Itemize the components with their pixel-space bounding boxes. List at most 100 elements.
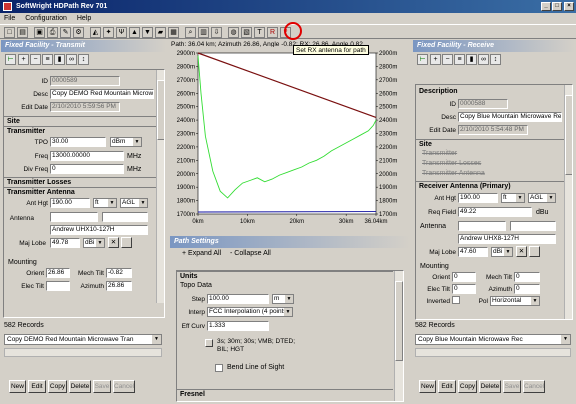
collapse-all-link[interactable]: - Collapse All xyxy=(230,250,271,257)
antenna-field-1[interactable] xyxy=(50,212,98,222)
map-icon[interactable]: ▧ xyxy=(241,27,252,38)
right-vscroll[interactable] xyxy=(564,85,572,319)
freq-field[interactable]: 13000.00000 xyxy=(50,151,124,161)
menu-help[interactable]: Help xyxy=(73,15,95,22)
add-icon[interactable]: + xyxy=(18,54,29,65)
export-icon[interactable]: ⇩ xyxy=(211,27,222,38)
open-icon[interactable]: ▤ xyxy=(17,27,28,38)
rx-desc-field[interactable]: Copy Blue Mountain Microwave Re xyxy=(458,112,562,122)
expand-all-link[interactable]: + Expand All xyxy=(182,250,221,257)
rx-site-section[interactable]: Site xyxy=(416,139,564,148)
sort-icon[interactable]: ↕ xyxy=(490,54,501,65)
rx-id-field[interactable]: 0000588 xyxy=(458,99,508,109)
sort-icon[interactable]: ↕ xyxy=(78,54,89,65)
right-record-select[interactable]: Copy Blue Mountain Microwave Rec xyxy=(415,334,571,345)
left-vscroll[interactable] xyxy=(156,70,164,303)
interp-select[interactable]: FCC Interpolation (4 points) xyxy=(207,307,293,317)
rx-antenna-icon[interactable]: R xyxy=(267,27,278,38)
report-icon[interactable]: ▥ xyxy=(198,27,209,38)
rx-antenna-model-field[interactable]: Andrew UHX8-127H xyxy=(458,234,556,244)
rx-save-button[interactable]: Save xyxy=(503,380,521,393)
save-icon[interactable]: ▣ xyxy=(34,27,45,38)
compass-icon[interactable]: ✦ xyxy=(103,27,114,38)
rx-anthgt-ref-select[interactable]: AGL xyxy=(528,193,556,203)
bend-checkbox[interactable] xyxy=(215,364,223,372)
close-icon[interactable]: × xyxy=(564,2,574,11)
tx-desc-field[interactable]: Copy DEMO Red Mountain Microwave xyxy=(50,89,154,99)
globe-icon[interactable]: ◍ xyxy=(228,27,239,38)
rx-pick-antenna-button[interactable] xyxy=(529,246,540,257)
add-icon[interactable]: + xyxy=(430,54,441,65)
tpo-unit-select[interactable]: dBm xyxy=(110,137,142,147)
antenna-icon[interactable]: Ψ xyxy=(116,27,127,38)
menu-configuration[interactable]: Configuration xyxy=(21,15,71,22)
right-hscroll[interactable] xyxy=(415,348,571,357)
rx-copy-button[interactable]: Copy xyxy=(458,380,477,393)
rx-azimuth-field[interactable]: 0 xyxy=(514,284,540,294)
reqfield-field[interactable]: 49.22 xyxy=(458,207,532,217)
tx-edit-button[interactable]: Edit xyxy=(28,380,46,393)
tx-transmitter-section[interactable]: Transmitter xyxy=(4,126,156,135)
terrain-icon[interactable]: ▰ xyxy=(155,27,166,38)
rx-description-section[interactable]: Description xyxy=(416,87,564,96)
majlobe-field[interactable]: 49.78 xyxy=(50,238,80,248)
link-icon[interactable]: ⊢ xyxy=(417,54,428,65)
rx-eltilt-field[interactable]: 0 xyxy=(452,284,476,294)
receive-icon[interactable]: ▼ xyxy=(142,27,153,38)
tx-copy-button[interactable]: Copy xyxy=(48,380,67,393)
rx-delete-button[interactable]: Delete xyxy=(479,380,501,393)
rx-majlobe-unit-select[interactable]: dBi xyxy=(491,247,513,257)
rx-antenna-field-2[interactable] xyxy=(510,221,556,231)
units-section[interactable]: Units xyxy=(177,271,393,280)
binoculars-icon[interactable]: ∞ xyxy=(66,54,77,65)
binoculars-icon[interactable]: ∞ xyxy=(478,54,489,65)
tx-save-button[interactable]: Save xyxy=(93,380,111,393)
menu-file[interactable]: File xyxy=(0,15,19,22)
path-settings-vscroll[interactable] xyxy=(394,271,403,401)
tx-antenna-section[interactable]: Transmitter Antenna xyxy=(4,187,156,196)
remove-icon[interactable]: − xyxy=(442,54,453,65)
left-hscroll[interactable] xyxy=(4,348,162,357)
settings-icon[interactable]: ⚙ xyxy=(73,27,84,38)
rx-majlobe-field[interactable]: 47.60 xyxy=(458,247,488,257)
antenna-model-field[interactable]: Andrew UHX10-127H xyxy=(50,225,148,235)
tx-new-button[interactable]: New xyxy=(9,380,26,393)
mtilt-field[interactable]: -0.82 xyxy=(106,268,132,278)
rx-inverted-checkbox[interactable] xyxy=(452,296,460,304)
left-record-select[interactable]: Copy DEMO Red Mountain Microwave Tran xyxy=(4,334,162,345)
rx-pol-select[interactable]: Horizontal xyxy=(490,296,540,306)
list-icon[interactable]: ≡ xyxy=(42,54,53,65)
antenna-field-2[interactable] xyxy=(102,212,148,222)
step-unit-select[interactable]: m xyxy=(272,294,294,304)
rx-clear-antenna-button[interactable]: ✕ xyxy=(516,246,527,257)
zoom-icon[interactable]: ⌕ xyxy=(185,27,196,38)
maximize-icon[interactable]: □ xyxy=(552,2,562,11)
rx-cancel-button[interactable]: Cancel xyxy=(523,380,545,393)
minimize-icon[interactable]: _ xyxy=(541,2,551,11)
pick-antenna-button[interactable] xyxy=(121,237,132,248)
anthgt-field[interactable]: 190.00 xyxy=(50,198,90,208)
edit-icon[interactable]: ✎ xyxy=(60,27,71,38)
tx-losses-section[interactable]: Transmitter Losses xyxy=(4,177,156,186)
fresnel-section[interactable]: Fresnel xyxy=(177,389,393,398)
tx-site-section[interactable]: Site xyxy=(4,116,156,125)
rx-new-button[interactable]: New xyxy=(419,380,436,393)
new-icon[interactable]: □ xyxy=(4,27,15,38)
rx-edit-button[interactable]: Edit xyxy=(438,380,456,393)
tx-antenna-icon[interactable]: T xyxy=(254,27,265,38)
anthgt-ref-select[interactable]: AGL xyxy=(120,198,148,208)
transmit-icon[interactable]: ▲ xyxy=(129,27,140,38)
profile-icon[interactable]: ◭ xyxy=(90,27,101,38)
rx-antenna-field-1[interactable] xyxy=(458,221,506,231)
rx-orient-field[interactable]: 0 xyxy=(452,272,476,282)
tpo-field[interactable]: 30.00 xyxy=(50,137,106,147)
clutter-icon[interactable]: ▦ xyxy=(168,27,179,38)
link-icon[interactable]: ⊢ xyxy=(5,54,16,65)
divfreq-field[interactable]: 0 xyxy=(50,164,124,174)
anthgt-unit-select[interactable]: ft xyxy=(93,198,117,208)
majlobe-unit-select[interactable]: dBi xyxy=(83,238,105,248)
orient-field[interactable]: 26.86 xyxy=(46,268,70,278)
lock-icon[interactable]: ▮ xyxy=(466,54,477,65)
rx-antenna-section[interactable]: Receiver Antenna (Primary) xyxy=(416,181,564,190)
remove-icon[interactable]: − xyxy=(30,54,41,65)
